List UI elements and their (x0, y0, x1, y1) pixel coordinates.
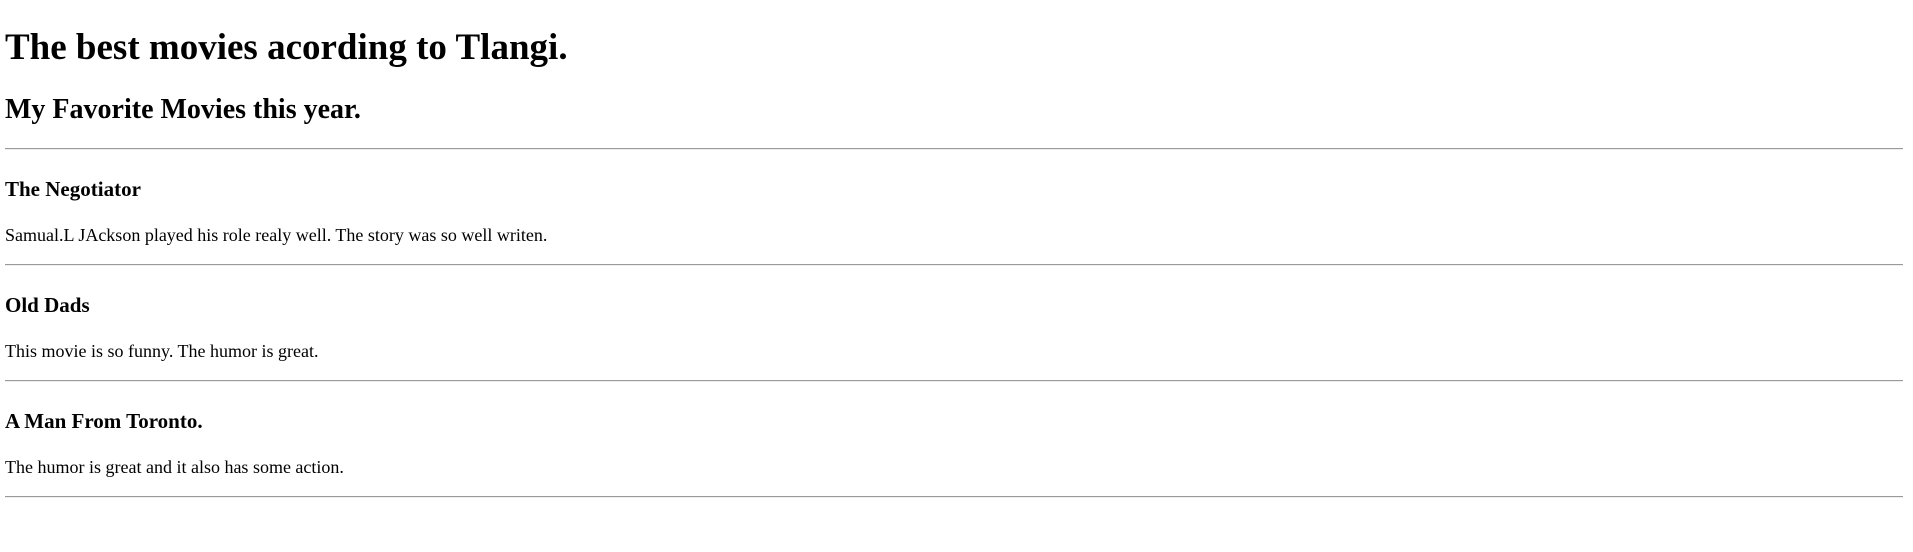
page-title: The best movies acording to Tlangi. (5, 27, 568, 68)
movie-review: Samual.L JAckson played his role realy w… (5, 225, 548, 245)
page: The best movies acording to Tlangi. My F… (0, 0, 1903, 498)
movie-entry: The Negotiator Samual.L JAckson played h… (5, 150, 1898, 264)
movie-title: The Negotiator (5, 177, 141, 201)
movie-review: The humor is great and it also has some … (5, 457, 344, 477)
movie-title: Old Dads (5, 293, 90, 317)
divider (5, 496, 1903, 498)
movie-title: A Man From Toronto. (5, 409, 203, 433)
movie-entry: Old Dads This movie is so funny. The hum… (5, 266, 1898, 380)
page-subtitle: My Favorite Movies this year. (5, 94, 361, 125)
movie-review: This movie is so funny. The humor is gre… (5, 341, 319, 361)
movie-entry: A Man From Toronto. The humor is great a… (5, 382, 1898, 496)
